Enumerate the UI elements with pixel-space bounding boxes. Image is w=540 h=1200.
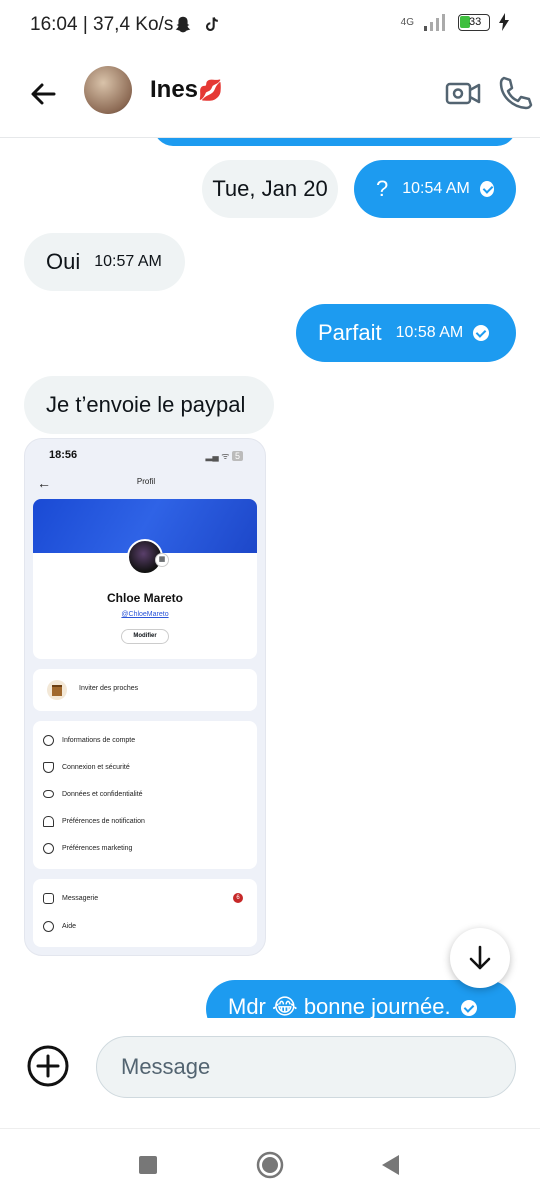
message-bubble[interactable]: Tue, Jan 20 (202, 160, 338, 218)
read-check-icon (460, 1000, 477, 1016)
message-text: Parfait (318, 320, 382, 345)
charging-icon (499, 13, 509, 31)
image-edit-button: Modifier (121, 629, 169, 644)
home-circle-icon (256, 1151, 284, 1179)
contact-name[interactable]: Ines💋 (150, 76, 223, 104)
message-text: Oui (46, 249, 81, 274)
contact-name-text: Ines (150, 76, 199, 103)
arrow-down-icon (469, 945, 491, 970)
signal-icon (424, 14, 445, 31)
message-bubble[interactable]: ? 10:54 AM (354, 160, 516, 218)
image-settings-label: Messagerie (62, 894, 99, 902)
message-bubble[interactable]: Je t’envoie le paypal (24, 376, 274, 434)
read-check-icon (479, 181, 494, 197)
status-right: 4G 33 (401, 12, 510, 32)
system-nav-bar (0, 1128, 540, 1200)
message-time: 10:58 AM (395, 324, 464, 341)
recents-button[interactable] (132, 1149, 164, 1181)
message-text: Mdr 😂 bonne journée. (228, 994, 451, 1018)
image-profile-card: ▦ Chloe Mareto @ChloeMareto Modifier (33, 499, 257, 659)
image-settings-row: Aide (43, 919, 76, 933)
battery-icon: 33 (458, 13, 490, 31)
image-help-icon (43, 920, 54, 932)
triangle-back-icon (382, 1155, 399, 1175)
image-settings-row: Informations de compte (43, 733, 135, 747)
message-text: Tue, Jan 20 (212, 176, 328, 201)
avatar[interactable] (84, 66, 132, 114)
message-text: Je t’envoie le paypal (46, 392, 246, 417)
image-page-title: Profil (136, 477, 156, 486)
message-bubble-partial[interactable] (154, 138, 516, 146)
image-status-icons: ▂▄ ᯤ 5 (205, 449, 243, 462)
home-button[interactable] (254, 1149, 286, 1181)
message-time: 10:57 AM (94, 253, 162, 270)
image-bell-icon (43, 815, 54, 827)
scroll-to-bottom-button[interactable] (450, 928, 510, 988)
image-home-indicator (103, 955, 189, 956)
arrow-left-icon[interactable] (24, 74, 64, 114)
image-invite-card: Inviter des proches (33, 669, 257, 711)
chat-header: Ines💋 (0, 52, 540, 138)
message-list[interactable]: Tue, Jan 20 ? 10:54 AM Oui 10:57 AM Parf… (0, 138, 540, 1018)
image-settings-row: Préférences de notification (43, 814, 145, 828)
image-eye-icon (43, 790, 54, 798)
image-settings-card: Informations de compte Connexion et sécu… (33, 721, 257, 869)
image-invite-label: Inviter des proches (79, 685, 139, 692)
image-chat-icon (43, 892, 54, 904)
message-input[interactable] (96, 1036, 516, 1098)
status-bar: 16:04 | 37,4 Ko/s 4G 33 (0, 0, 540, 52)
image-settings-label: Informations de compte (62, 736, 136, 744)
back-button[interactable] (374, 1149, 406, 1181)
image-settings-label: Préférences marketing (62, 844, 133, 852)
video-camera-icon[interactable] (444, 74, 482, 112)
plus-circle-icon[interactable] (26, 1044, 70, 1088)
image-qr-icon: ▦ (155, 553, 169, 567)
message-text: ? (376, 176, 389, 201)
battery-level: 33 (469, 15, 482, 28)
image-settings-row: Connexion et sécurité (43, 760, 130, 774)
message-time: 10:54 AM (402, 180, 470, 197)
message-bubble[interactable]: Parfait 10:58 AM (296, 304, 516, 362)
image-settings-label: Connexion et sécurité (62, 763, 130, 771)
network-speed: 37,4 Ko/s (93, 14, 174, 35)
image-settings-row: Préférences marketing (43, 841, 132, 855)
image-messaging-badge: 6 (233, 893, 243, 903)
image-settings-row: Messagerie (43, 891, 253, 905)
square-icon (139, 1156, 157, 1174)
status-time: 16:04 (30, 14, 78, 35)
image-gift-icon (47, 680, 67, 700)
shared-image[interactable]: 18:56 ▂▄ ᯤ 5 ← Profil ▦ Chloe Mareto @Ch… (24, 438, 266, 956)
image-settings-label: Préférences de notification (62, 817, 145, 825)
lips-emoji: 💋 (198, 80, 223, 102)
snapchat-icon (175, 16, 191, 33)
image-settings-row: Données et confidentialité (43, 787, 143, 801)
image-status-time: 18:56 (49, 449, 78, 461)
image-profile-handle: @ChloeMareto (121, 611, 169, 618)
phone-icon[interactable] (496, 74, 534, 112)
image-user-icon (43, 734, 54, 746)
image-settings-label: Données et confidentialité (62, 790, 143, 798)
image-battery: 5 (231, 451, 243, 461)
image-profile-name: Chloe Mareto (106, 591, 183, 605)
image-settings-label: Aide (62, 922, 77, 930)
read-check-icon (473, 325, 490, 341)
image-dollar-icon (43, 842, 54, 854)
network-type: 4G (400, 16, 414, 28)
tiktok-icon (205, 17, 218, 32)
image-shield-icon (43, 761, 54, 773)
message-bubble[interactable]: Oui 10:57 AM (24, 233, 185, 291)
image-support-card: Messagerie 6 Aide (33, 879, 257, 947)
message-composer (0, 1018, 540, 1118)
